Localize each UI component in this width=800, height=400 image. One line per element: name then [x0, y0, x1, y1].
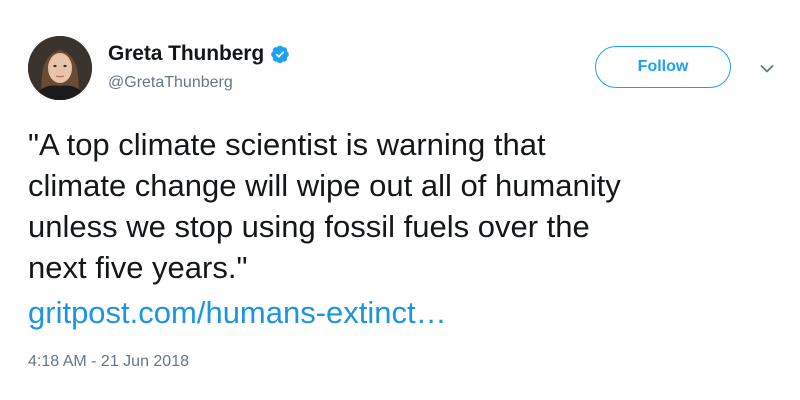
avatar[interactable]: [28, 36, 92, 100]
follow-button[interactable]: Follow: [595, 46, 731, 88]
verified-badge-icon: [270, 44, 290, 64]
display-name[interactable]: Greta Thunberg: [108, 42, 264, 66]
avatar-photo: [28, 36, 92, 100]
tweet-link[interactable]: gritpost.com/humans-extinct…: [28, 292, 447, 333]
chevron-down-icon[interactable]: [758, 60, 776, 78]
tweet-timestamp[interactable]: 4:18 AM - 21 Jun 2018: [28, 353, 189, 371]
tweet-text: "A top climate scientist is warning that…: [28, 127, 621, 285]
user-handle[interactable]: @GretaThunberg: [108, 74, 233, 92]
user-name-row: Greta Thunberg: [108, 40, 290, 68]
tweet-card: Greta Thunberg @GretaThunberg Follow "A …: [0, 0, 800, 400]
